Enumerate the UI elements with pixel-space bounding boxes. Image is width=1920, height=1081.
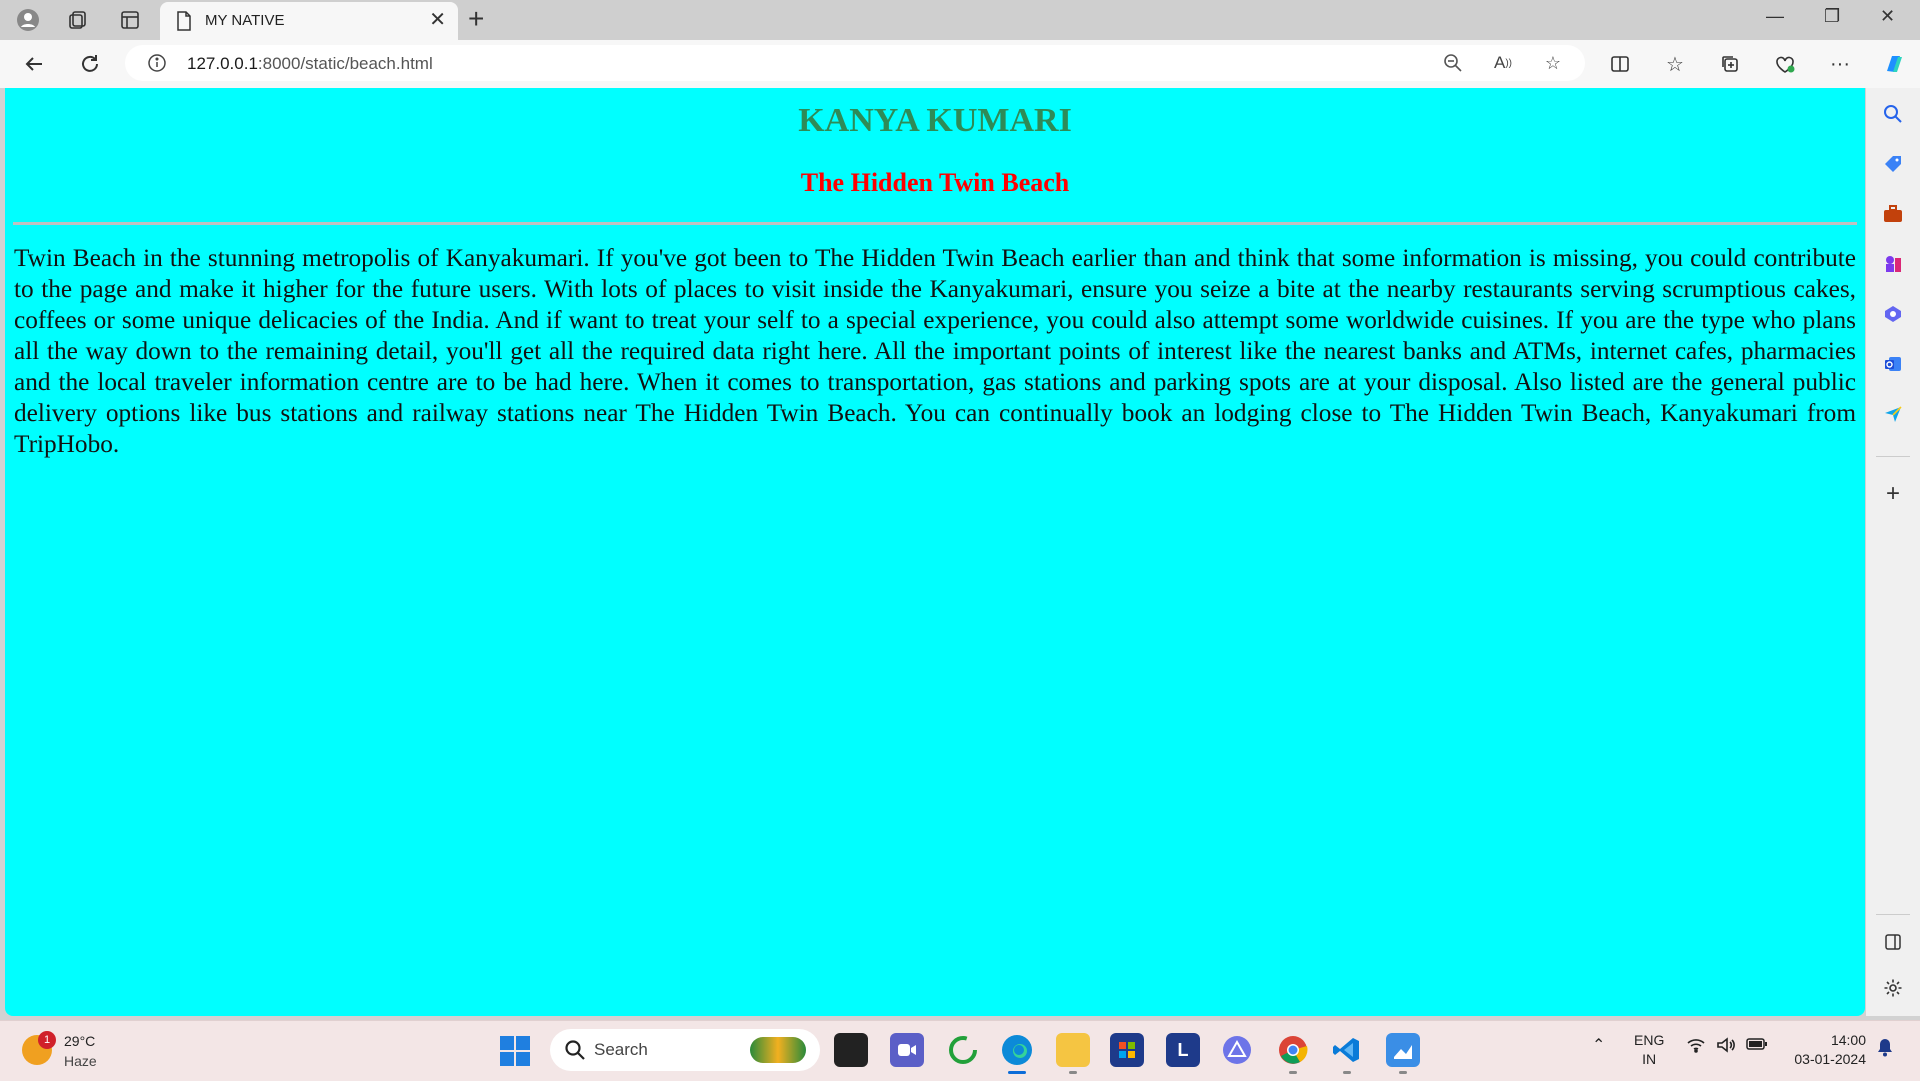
page-viewport: KANYA KUMARI The Hidden Twin Beach Twin … bbox=[5, 88, 1865, 1016]
url-text: 127.0.0.1:8000/static/beach.html bbox=[187, 54, 433, 74]
games-icon[interactable] bbox=[1879, 250, 1907, 278]
back-icon[interactable] bbox=[20, 50, 48, 78]
vscode-icon[interactable] bbox=[1330, 1033, 1364, 1074]
copilot-icon[interactable] bbox=[1880, 50, 1908, 78]
favorites-icon[interactable]: ☆ bbox=[1661, 50, 1689, 78]
triangle-app-icon[interactable] bbox=[1220, 1033, 1254, 1067]
chrome-icon[interactable] bbox=[1276, 1033, 1310, 1074]
refresh-icon[interactable] bbox=[76, 50, 104, 78]
running-indicator bbox=[1289, 1071, 1297, 1074]
running-indicator bbox=[1343, 1071, 1351, 1074]
l-app-icon[interactable]: L bbox=[1166, 1033, 1200, 1067]
tab-actions-icon[interactable] bbox=[116, 6, 144, 34]
url-host: 127.0.0.1 bbox=[187, 54, 258, 73]
page-heading: KANYA KUMARI bbox=[798, 102, 1072, 139]
teams-meet-icon[interactable] bbox=[890, 1033, 924, 1067]
running-indicator bbox=[1069, 1071, 1077, 1074]
workspaces-icon[interactable] bbox=[64, 6, 92, 34]
system-clock[interactable]: 14:00 03-01-2024 bbox=[1786, 1031, 1866, 1069]
windows-taskbar: 1 29°C Haze Search L ⌃ ENG IN 14:00 03-0… bbox=[0, 1020, 1920, 1081]
l-app-letter: L bbox=[1177, 1039, 1189, 1060]
task-view-icon[interactable] bbox=[834, 1033, 868, 1067]
photos-app-icon[interactable] bbox=[1386, 1033, 1420, 1074]
shopping-tag-icon[interactable] bbox=[1879, 150, 1907, 178]
url-path: :8000/static/beach.html bbox=[257, 54, 433, 73]
sidebar-search-icon[interactable] bbox=[1879, 100, 1907, 128]
minimize-icon[interactable]: — bbox=[1766, 6, 1784, 27]
windows-start-icon[interactable] bbox=[500, 1036, 530, 1066]
active-indicator bbox=[1008, 1071, 1026, 1074]
favorite-star-icon[interactable]: ☆ bbox=[1541, 51, 1565, 75]
read-aloud-icon[interactable]: A)) bbox=[1491, 51, 1515, 75]
tools-briefcase-icon[interactable] bbox=[1879, 200, 1907, 228]
collections-icon[interactable] bbox=[1716, 50, 1744, 78]
weather-description: Haze bbox=[64, 1053, 97, 1069]
more-menu-icon[interactable]: ··· bbox=[1826, 50, 1854, 78]
file-explorer-icon[interactable] bbox=[1056, 1033, 1090, 1074]
volume-icon[interactable] bbox=[1716, 1036, 1736, 1059]
profile-icon[interactable] bbox=[14, 6, 42, 34]
drop-send-icon[interactable] bbox=[1879, 400, 1907, 428]
search-icon bbox=[564, 1039, 586, 1061]
page-subheading: The Hidden Twin Beach bbox=[800, 168, 1070, 197]
hide-sidebar-icon[interactable] bbox=[1879, 928, 1907, 956]
add-sidebar-app-icon[interactable]: + bbox=[1879, 480, 1907, 508]
sidebar-settings-icon[interactable] bbox=[1879, 974, 1907, 1002]
region-code: IN bbox=[1642, 1051, 1657, 1067]
tab-title: MY NATIVE bbox=[205, 12, 285, 29]
split-screen-icon[interactable] bbox=[1606, 50, 1634, 78]
horizontal-rule bbox=[13, 222, 1857, 225]
show-hidden-icons-icon[interactable]: ⌃ bbox=[1592, 1035, 1605, 1055]
language-indicator[interactable]: ENG IN bbox=[1634, 1031, 1664, 1069]
sidebar-divider bbox=[1876, 914, 1910, 915]
browser-essentials-icon[interactable] bbox=[1771, 50, 1799, 78]
site-info-icon[interactable] bbox=[147, 53, 167, 78]
language-code: ENG bbox=[1634, 1032, 1665, 1048]
battery-icon[interactable] bbox=[1746, 1037, 1768, 1056]
outlook-icon[interactable] bbox=[1879, 350, 1907, 378]
refresh-app-icon[interactable] bbox=[946, 1033, 980, 1067]
notifications-bell-icon[interactable] bbox=[1876, 1037, 1894, 1062]
page-paragraph: Twin Beach in the stunning metropolis of… bbox=[14, 244, 1856, 458]
close-tab-icon[interactable]: ✕ bbox=[429, 10, 446, 30]
running-indicator bbox=[1399, 1071, 1407, 1074]
weather-temperature: 29°C bbox=[64, 1033, 96, 1049]
clock-time: 14:00 bbox=[1830, 1032, 1866, 1048]
close-window-icon[interactable]: ✕ bbox=[1880, 6, 1895, 27]
edge-browser-icon[interactable] bbox=[1000, 1033, 1034, 1074]
new-tab-icon[interactable]: + bbox=[468, 4, 484, 34]
sidebar-divider bbox=[1876, 456, 1910, 457]
search-placeholder: Search bbox=[594, 1040, 648, 1059]
zoom-out-icon[interactable] bbox=[1441, 51, 1465, 75]
microsoft-365-icon[interactable] bbox=[1879, 300, 1907, 328]
page-file-icon bbox=[176, 11, 192, 36]
restore-icon[interactable]: ❐ bbox=[1824, 6, 1840, 27]
clock-date: 03-01-2024 bbox=[1794, 1051, 1866, 1067]
browser-toolbar: 127.0.0.1:8000/static/beach.html A)) ☆ ☆… bbox=[0, 40, 1920, 88]
wifi-icon[interactable] bbox=[1686, 1037, 1706, 1058]
weather-badge: 1 bbox=[38, 1031, 56, 1049]
taskbar-search[interactable]: Search bbox=[550, 1029, 820, 1071]
edge-sidebar: + bbox=[1866, 88, 1920, 1016]
tab-active[interactable]: MY NATIVE ✕ bbox=[160, 2, 458, 40]
search-highlight-icon bbox=[750, 1037, 806, 1063]
tab-bar: MY NATIVE ✕ + — ❐ ✕ bbox=[0, 0, 1920, 40]
address-bar[interactable]: 127.0.0.1:8000/static/beach.html A)) ☆ bbox=[125, 45, 1585, 81]
microsoft-store-icon[interactable] bbox=[1110, 1033, 1144, 1067]
